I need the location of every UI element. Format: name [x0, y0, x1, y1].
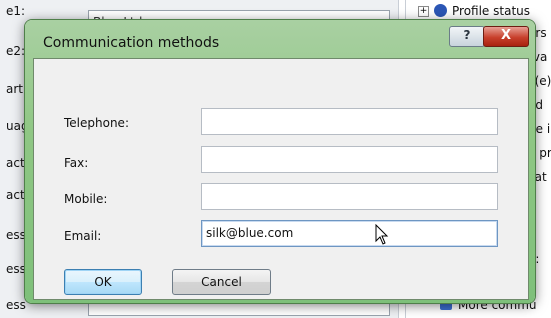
- bg-label: act: [6, 188, 25, 202]
- telephone-field[interactable]: [201, 108, 498, 135]
- help-icon: ?: [463, 28, 471, 42]
- dialog-title: Communication methods: [43, 35, 220, 51]
- close-icon: X: [500, 28, 512, 43]
- email-field[interactable]: silk@blue.com: [201, 220, 498, 247]
- bg-label: ess: [6, 228, 26, 242]
- tree-item-profile-status[interactable]: Profile status: [452, 4, 530, 18]
- mobile-label: Mobile:: [64, 192, 108, 206]
- mouse-cursor-icon: [375, 224, 389, 245]
- dialog-client-area: Telephone: Fax: Mobile: Email: silk@blue…: [33, 58, 529, 300]
- ok-button[interactable]: OK: [64, 269, 142, 295]
- close-button[interactable]: X: [483, 26, 529, 47]
- bg-label: ess: [6, 262, 26, 276]
- profile-status-icon: [434, 4, 447, 17]
- help-button[interactable]: ?: [449, 26, 485, 47]
- telephone-label: Telephone:: [64, 116, 129, 130]
- tree-expand-icon[interactable]: +: [418, 6, 429, 17]
- bg-label: ess: [6, 298, 26, 312]
- bg-label: act: [6, 156, 25, 170]
- email-label: Email:: [64, 229, 102, 243]
- bg-label: e1:: [6, 4, 26, 18]
- cancel-button[interactable]: Cancel: [172, 269, 271, 295]
- mobile-field[interactable]: [201, 183, 498, 210]
- communication-methods-dialog: Communication methods ? X Telephone: Fax…: [25, 20, 535, 303]
- fax-field[interactable]: [201, 146, 498, 173]
- bg-label: e2:: [6, 44, 26, 58]
- fax-label: Fax:: [64, 156, 89, 170]
